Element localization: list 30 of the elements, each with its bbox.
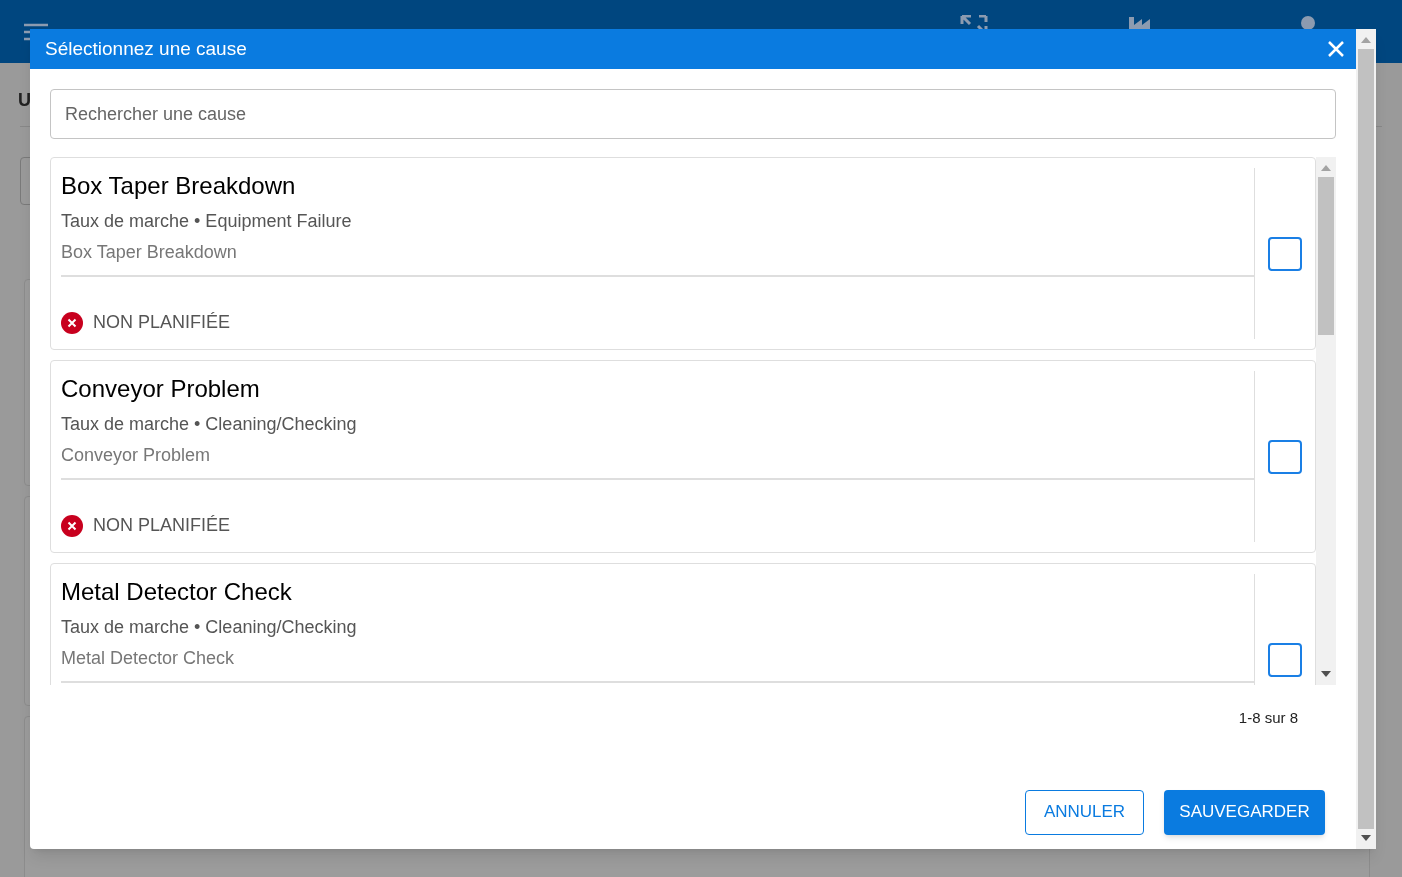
checkbox[interactable] (1268, 236, 1302, 271)
cause-title: Metal Detector Check (61, 578, 293, 606)
cause-category: Taux de marche • Cleaning/Checking (61, 413, 358, 435)
cancel-button[interactable]: ANNULER (1025, 789, 1144, 835)
close-icon[interactable] (1328, 41, 1344, 57)
cause-description: Conveyor Problem (61, 444, 212, 466)
cause-card[interactable]: Conveyor Problem Taux de marche • Cleaning/Checking Conveyor Problem NON PLANIFIÉE (50, 360, 1316, 553)
cause-title: Box Taper Breakdown (61, 172, 297, 200)
cause-category: Taux de marche • Equipment Failure (61, 210, 353, 232)
cause-category: Taux de marche • Cleaning/Checking (61, 616, 358, 638)
dialog-title: Sélectionnez une cause (45, 36, 247, 61)
scroll-down-icon[interactable] (1361, 835, 1371, 841)
cause-description: Metal Detector Check (61, 647, 236, 669)
cause-card[interactable]: Metal Detector Check Taux de marche • Cleaning/Checking Metal Detector Check (50, 563, 1316, 685)
scroll-down-icon[interactable] (1321, 671, 1331, 677)
cause-card[interactable]: Box Taper Breakdown Taux de marche • Equipment Failure Box Taper Breakdown NON PLANIFIÉE (50, 157, 1316, 350)
checkbox[interactable] (1268, 439, 1302, 474)
search-field[interactable]: Rechercher une cause (50, 89, 1336, 139)
status-label: NON PLANIFIÉE (93, 514, 231, 537)
save-button[interactable]: SAUVEGARDER (1164, 789, 1325, 835)
scroll-up-icon[interactable] (1361, 37, 1371, 43)
cause-title: Conveyor Problem (61, 375, 261, 403)
checkbox[interactable] (1268, 642, 1302, 677)
scroll-up-icon[interactable] (1321, 165, 1331, 171)
scrollbar-thumb[interactable] (1318, 177, 1334, 335)
status-label: NON PLANIFIÉE (93, 311, 231, 334)
cause-description: Box Taper Breakdown (61, 241, 238, 263)
scrollbar[interactable] (1356, 29, 1376, 849)
scrollbar[interactable] (1316, 157, 1336, 685)
pagination-text: 1-8 sur 8 (1238, 708, 1298, 728)
